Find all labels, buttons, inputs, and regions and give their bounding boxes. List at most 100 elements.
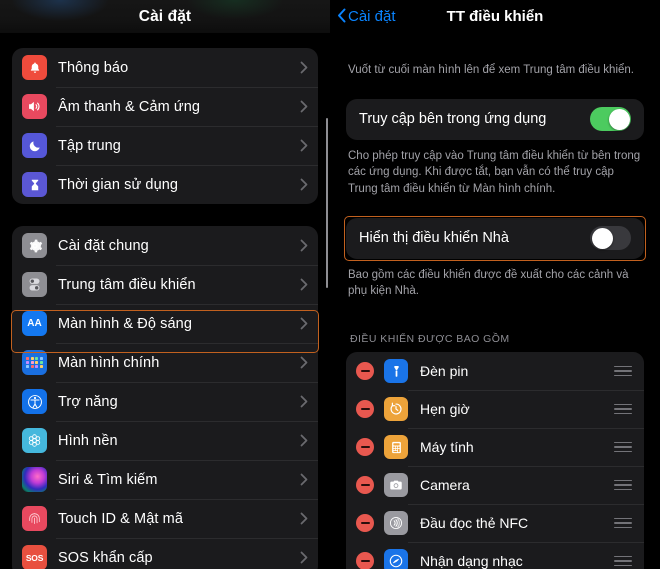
sidebar-item-wallpaper[interactable]: Hình nền <box>12 421 318 460</box>
sidebar-item-display-brightness[interactable]: AA Màn hình & Độ sáng <box>12 304 318 343</box>
back-button-label: Cài đặt <box>348 8 396 25</box>
setting-row[interactable]: Hiển thị điều khiển Nhà <box>346 218 644 259</box>
back-button[interactable]: Cài đặt <box>337 8 396 26</box>
setting-card-show-home-controls: Hiển thị điều khiển Nhà <box>344 215 646 261</box>
list-item-label: Máy tính <box>420 439 474 456</box>
sidebar-item-label: Thông báo <box>58 59 129 76</box>
sidebar-item-label: SOS khẩn cấp <box>58 549 153 566</box>
sidebar-item-label: Trung tâm điều khiển <box>58 276 196 293</box>
toggle-knob <box>608 108 630 130</box>
chevron-right-icon <box>300 317 308 330</box>
list-item-label: Nhận dạng nhạc <box>420 553 523 569</box>
accessibility-icon <box>22 389 47 414</box>
control-center-detail-panel: Cài đặt TT điều khiển Vuốt từ cuối màn h… <box>330 0 660 569</box>
drag-handle-icon[interactable] <box>614 441 632 453</box>
list-item-label: Đèn pin <box>420 363 469 380</box>
remove-icon[interactable] <box>356 362 374 381</box>
flashlight-icon <box>384 359 408 384</box>
list-item-label: Camera <box>420 477 470 494</box>
chevron-left-icon <box>337 8 346 26</box>
detail-header: Cài đặt TT điều khiển <box>330 0 660 33</box>
sidebar-item-label: Touch ID & Mật mã <box>58 510 183 527</box>
chevron-right-icon <box>300 395 308 408</box>
list-item[interactable]: Hẹn giờ <box>346 390 644 428</box>
chevron-right-icon <box>300 551 308 564</box>
list-item[interactable]: Đầu đọc thẻ NFC <box>346 504 644 542</box>
camera-icon <box>384 473 408 498</box>
list-item-label: Hẹn giờ <box>420 401 470 418</box>
chevron-right-icon <box>300 61 308 74</box>
chevron-right-icon <box>300 239 308 252</box>
calculator-icon <box>384 435 408 460</box>
sidebar-title: Cài đặt <box>138 7 192 25</box>
sidebar-item-siri-search[interactable]: Siri & Tìm kiếm <box>12 460 318 499</box>
sidebar-header: Cài đặt <box>0 0 330 33</box>
speaker-icon <box>22 94 47 119</box>
wallpaper-icon <box>22 428 47 453</box>
sidebar-scrollbar[interactable] <box>325 118 328 288</box>
home-screen-icon <box>22 350 47 375</box>
sidebar-item-label: Thời gian sử dụng <box>58 176 179 193</box>
setting-row[interactable]: Truy cập bên trong ứng dụng <box>346 99 644 140</box>
sidebar-item-label: Trợ năng <box>58 393 118 410</box>
timer-icon <box>384 397 408 422</box>
drag-handle-icon[interactable] <box>614 555 632 567</box>
remove-icon[interactable] <box>356 552 374 569</box>
bell-icon <box>22 55 47 80</box>
sidebar-item-accessibility[interactable]: Trợ năng <box>12 382 318 421</box>
chevron-right-icon <box>300 434 308 447</box>
setting-footnote: Cho phép truy cập vào Trung tâm điều khi… <box>348 149 641 196</box>
setting-card-in-app-access: Truy cập bên trong ứng dụng <box>346 98 644 140</box>
list-item[interactable]: Đèn pin <box>346 352 644 390</box>
home-screen-dots <box>26 356 43 369</box>
intro-text: Vuốt từ cuối màn hình lên để xem Trung t… <box>348 64 634 76</box>
sidebar-item-general[interactable]: Cài đặt chung <box>12 226 318 265</box>
aa-icon: AA <box>22 311 47 336</box>
siri-icon <box>22 467 47 492</box>
sidebar-item-home-screen[interactable]: Màn hình chính <box>12 343 318 382</box>
setting-label: Hiển thị điều khiển Nhà <box>359 230 509 247</box>
setting-footnote: Bao gồm các điều khiển được đề xuất cho … <box>348 268 629 298</box>
in-app-access-toggle[interactable] <box>590 107 631 132</box>
remove-icon[interactable] <box>356 400 374 419</box>
sidebar-item-control-center[interactable]: Trung tâm điều khiển <box>12 265 318 304</box>
list-item[interactable]: Nhận dạng nhạc <box>346 542 644 569</box>
sidebar-group-2: Cài đặt chung Trung tâm điều khiển AA Mà… <box>12 226 318 569</box>
remove-icon[interactable] <box>356 476 374 495</box>
sidebar-item-label: Hình nền <box>58 432 118 449</box>
drag-handle-icon[interactable] <box>614 517 632 529</box>
gear-icon <box>22 233 47 258</box>
settings-split-view: Cài đặt Thông báo Âm thanh & Cảm ứng Tập… <box>0 0 660 569</box>
remove-icon[interactable] <box>356 438 374 457</box>
fingerprint-icon <box>22 506 47 531</box>
chevron-right-icon <box>300 356 308 369</box>
detail-body: Vuốt từ cuối màn hình lên để xem Trung t… <box>330 62 660 569</box>
show-home-controls-toggle[interactable] <box>590 226 631 251</box>
chevron-right-icon <box>300 473 308 486</box>
control-center-icon <box>22 272 47 297</box>
drag-handle-icon[interactable] <box>614 479 632 491</box>
sidebar-item-label: Tập trung <box>58 137 121 154</box>
nfc-icon <box>384 511 408 536</box>
hourglass-icon <box>22 172 47 197</box>
drag-handle-icon[interactable] <box>614 365 632 377</box>
sidebar-item-focus[interactable]: Tập trung <box>12 126 318 165</box>
list-item[interactable]: Máy tính <box>346 428 644 466</box>
moon-icon <box>22 133 47 158</box>
settings-sidebar-panel: Cài đặt Thông báo Âm thanh & Cảm ứng Tập… <box>0 0 330 569</box>
sidebar-item-label: Màn hình chính <box>58 354 160 371</box>
sidebar-item-emergency-sos[interactable]: SOS SOS khẩn cấp <box>12 538 318 569</box>
sidebar-item-notifications[interactable]: Thông báo <box>12 48 318 87</box>
sidebar-item-touch-id-passcode[interactable]: Touch ID & Mật mã <box>12 499 318 538</box>
list-item-label: Đầu đọc thẻ NFC <box>420 515 529 532</box>
chevron-right-icon <box>300 178 308 191</box>
chevron-right-icon <box>300 512 308 525</box>
list-item[interactable]: Camera <box>346 466 644 504</box>
sidebar-item-label: Âm thanh & Cảm ứng <box>58 98 201 115</box>
sidebar-item-sounds[interactable]: Âm thanh & Cảm ứng <box>12 87 318 126</box>
drag-handle-icon[interactable] <box>614 403 632 415</box>
remove-icon[interactable] <box>356 514 374 533</box>
sidebar-item-screen-time[interactable]: Thời gian sử dụng <box>12 165 318 204</box>
sidebar-scroll-area[interactable]: Thông báo Âm thanh & Cảm ứng Tập trung T… <box>0 48 330 569</box>
shazam-icon <box>384 549 408 569</box>
